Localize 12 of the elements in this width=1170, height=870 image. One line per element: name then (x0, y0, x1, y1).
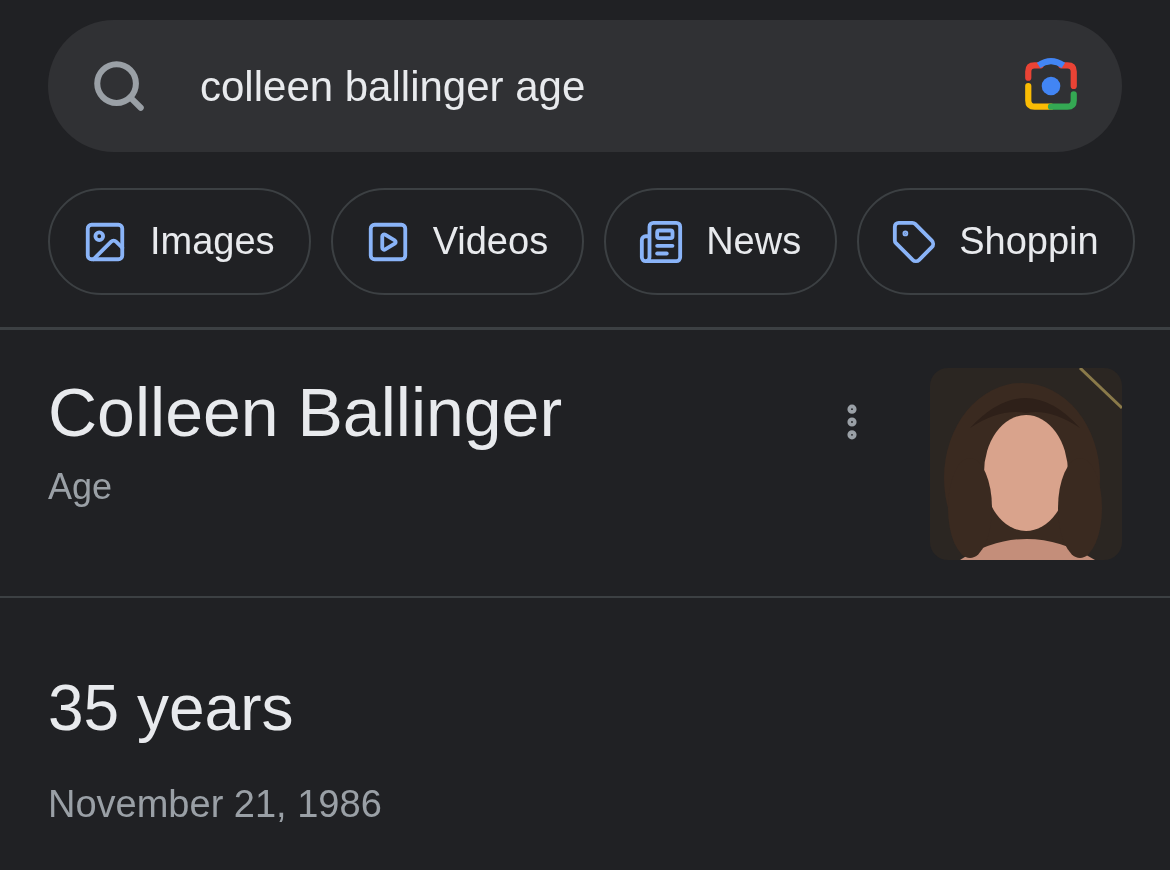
tag-icon (891, 218, 938, 265)
newspaper-icon (638, 218, 685, 265)
birth-date: November 21, 1986 (48, 782, 383, 827)
filter-chip[interactable]: Shoppin (857, 188, 1135, 295)
filter-chip[interactable]: Images (48, 188, 311, 295)
age-answer: 35 years (48, 671, 295, 746)
search-bar[interactable]: colleen ballinger age (48, 20, 1122, 152)
filter-chip[interactable]: News (604, 188, 838, 295)
entity-title: Colleen Ballinger (48, 373, 564, 452)
search-field[interactable]: colleen ballinger age (200, 54, 1020, 118)
entity-subtitle: Age (48, 465, 114, 509)
filter-chip[interactable]: Videos (330, 188, 585, 295)
